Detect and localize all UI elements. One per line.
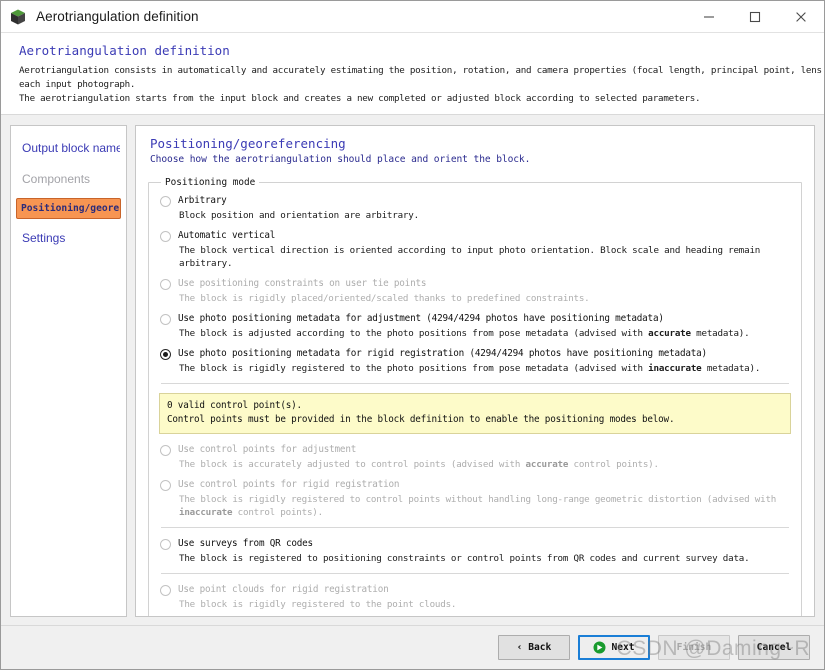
header-title: Aerotriangulation definition (19, 43, 230, 58)
close-icon[interactable] (778, 1, 824, 33)
option-control-points-adjustment: Use control points for adjustment The bl… (159, 443, 791, 471)
option-arbitrary[interactable]: Arbitrary Block position and orientation… (159, 194, 791, 222)
option-control-points-rigid-label: Use control points for rigid registratio… (178, 479, 400, 490)
notice-line-1: 0 valid control point(s). (167, 400, 302, 411)
sidebar-item-settings[interactable]: Settings (16, 226, 121, 250)
dialog-body: Output block name Components Positioning… (1, 115, 824, 625)
maximize-icon[interactable] (732, 1, 778, 33)
positioning-panel: Positioning/georeferencing Choose how th… (135, 125, 815, 617)
divider-before-qr (161, 527, 789, 528)
positioning-mode-legend: Positioning mode (165, 177, 256, 188)
option-control-points-rigid-desc: The block is rigidly registered to contr… (179, 494, 777, 518)
option-automatic-vertical-label: Automatic vertical (178, 230, 276, 241)
option-user-tie-points: Use positioning constraints on user tie … (159, 277, 791, 305)
option-photo-metadata-adjustment-label: Use photo positioning metadata for adjus… (178, 313, 664, 324)
option-photo-metadata-rigid[interactable]: Use photo positioning metadata for rigid… (159, 347, 791, 375)
minimize-icon[interactable] (686, 1, 732, 33)
option-point-clouds-rigid: Use point clouds for rigid registration … (159, 583, 791, 611)
header-description-line-2: each input photograph. (19, 79, 136, 90)
radio-point-clouds-rigid (160, 585, 171, 596)
option-photo-metadata-rigid-desc: The block is rigidly registered to the p… (179, 363, 761, 374)
option-photo-metadata-adjustment-desc: The block is adjusted according to the p… (179, 328, 750, 339)
option-control-points-adjustment-label: Use control points for adjustment (178, 444, 357, 455)
cube-icon (9, 8, 27, 26)
radio-control-points-rigid (160, 480, 171, 491)
option-arbitrary-label: Arbitrary (178, 195, 227, 206)
option-point-clouds-rigid-desc: The block is rigidly registered to the p… (179, 599, 457, 610)
dialog-header: Aerotriangulation definition Aerotriangu… (1, 33, 825, 115)
next-arrow-icon (593, 641, 606, 654)
next-button-label: Next (611, 642, 635, 653)
wizard-step-sidebar: Output block name Components Positioning… (10, 125, 127, 617)
option-photo-metadata-adjustment[interactable]: Use photo positioning metadata for adjus… (159, 312, 791, 340)
sidebar-item-positioning[interactable]: Positioning/georefe⋯ (16, 198, 121, 219)
option-qr-surveys-label: Use surveys from QR codes (178, 538, 313, 549)
finish-button: Finish (658, 635, 730, 660)
option-qr-surveys-desc: The block is registered to positioning c… (179, 553, 750, 564)
option-arbitrary-desc: Block position and orientation are arbit… (179, 210, 419, 221)
option-photo-metadata-rigid-label: Use photo positioning metadata for rigid… (178, 348, 707, 359)
option-automatic-vertical-desc: The block vertical direction is oriented… (179, 245, 761, 269)
notice-line-2: Control points must be provided in the b… (167, 414, 675, 425)
option-qr-surveys[interactable]: Use surveys from QR codes The block is r… (159, 537, 791, 565)
window-title: Aerotriangulation definition (36, 9, 199, 24)
sidebar-item-components: Components (22, 172, 91, 186)
positioning-mode-group: Positioning mode Arbitrary Block positio… (148, 177, 802, 616)
option-user-tie-points-label: Use positioning constraints on user tie … (178, 278, 427, 289)
radio-user-tie-points (160, 279, 171, 290)
control-points-notice: 0 valid control point(s). Control points… (159, 393, 791, 434)
radio-arbitrary[interactable] (160, 196, 171, 207)
radio-automatic-vertical[interactable] (160, 231, 171, 242)
radio-control-points-adjustment (160, 445, 171, 456)
back-button[interactable]: ‹ Back (498, 635, 570, 660)
sidebar-item-output-block-name[interactable]: Output block name (16, 136, 121, 160)
option-automatic-vertical[interactable]: Automatic vertical The block vertical di… (159, 229, 791, 270)
dialog-window: Aerotriangulation definition Aerotriangu… (0, 0, 825, 670)
radio-photo-metadata-adjustment[interactable] (160, 314, 171, 325)
next-button[interactable]: Next (578, 635, 650, 660)
option-point-clouds-rigid-label: Use point clouds for rigid registration (178, 584, 389, 595)
header-description-line-3: The aerotriangulation starts from the in… (19, 93, 701, 104)
option-user-tie-points-desc: The block is rigidly placed/oriented/sca… (179, 293, 590, 304)
window-controls (686, 1, 824, 33)
divider-before-point-clouds (161, 573, 789, 574)
option-control-points-adjustment-desc: The block is accurately adjusted to cont… (179, 459, 659, 470)
radio-qr-surveys[interactable] (160, 539, 171, 550)
divider-after-metadata (161, 383, 789, 384)
radio-photo-metadata-rigid[interactable] (160, 349, 171, 360)
panel-title: Positioning/georeferencing (150, 136, 346, 151)
option-control-points-rigid: Use control points for rigid registratio… (159, 478, 791, 519)
header-description-line-1: Aerotriangulation consists in automatica… (19, 65, 825, 76)
cancel-button[interactable]: Cancel (738, 635, 810, 660)
dialog-footer: ‹ Back Next Finish Cancel CSDN @Daming~R (1, 625, 824, 669)
title-bar: Aerotriangulation definition (1, 1, 824, 33)
panel-subtitle: Choose how the aerotriangulation should … (150, 154, 531, 165)
